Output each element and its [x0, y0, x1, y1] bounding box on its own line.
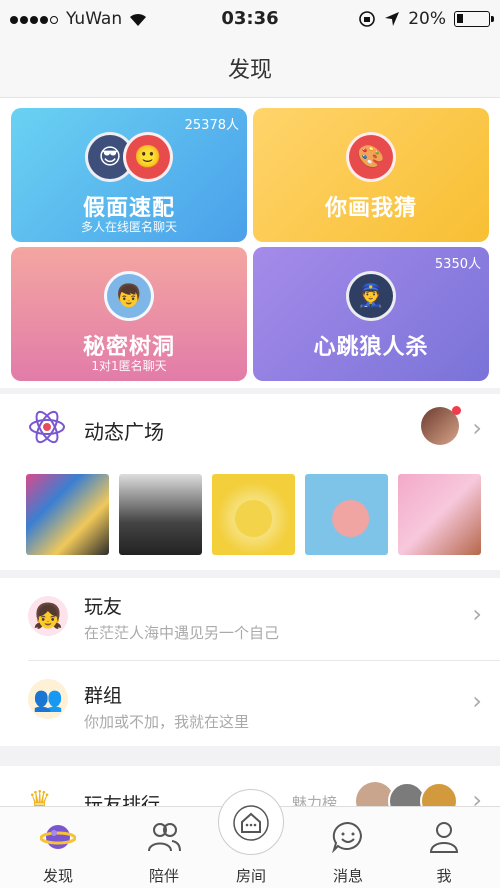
atom-icon — [29, 410, 65, 444]
ranking-title: 玩友排行 — [84, 794, 161, 806]
rotation-lock-icon — [359, 11, 376, 27]
painter-icon: 🎨 — [346, 132, 396, 182]
people-icon — [148, 823, 181, 852]
card-avatars: 🎨 — [253, 132, 489, 184]
card-avatars: 👮 — [253, 271, 489, 323]
new-dot — [452, 406, 461, 415]
planet-icon — [40, 825, 76, 849]
list-subtitle: 你加或不加，我就在这里 — [84, 713, 250, 731]
card-masked-match[interactable]: 25378人 😎 🙂 假面速配 多人在线匿名聊天 — [11, 108, 247, 242]
card-subtitle: 多人在线匿名聊天 — [80, 220, 177, 234]
nav-bar: 发现 — [0, 40, 500, 98]
card-avatars: 😎 🙂 — [11, 132, 247, 184]
tab-label: 消息 — [332, 867, 363, 885]
person-icon — [429, 822, 459, 853]
house-icon — [233, 805, 269, 841]
card-title: 你画我猜 — [324, 196, 417, 221]
feed-title: 动态广场 — [84, 420, 164, 444]
card-avatars: 👦 — [11, 271, 247, 323]
tab-label: 我 — [436, 867, 452, 885]
crown-icon: ♛ — [28, 786, 52, 806]
ranking-avatar-3 — [420, 782, 458, 806]
group-avatar-icon: 👥 — [28, 679, 68, 719]
chevron-right-icon: › — [472, 414, 482, 442]
feed-photo-2[interactable] — [119, 474, 202, 555]
status-bar: YuWan 03:36 20% — [0, 0, 500, 40]
tab-companion[interactable]: 陪伴 — [114, 807, 214, 888]
feed-photos — [26, 474, 481, 555]
battery-percent: 20% — [408, 9, 446, 29]
tab-label: 发现 — [42, 867, 73, 885]
astronaut-icon: 👦 — [104, 271, 154, 321]
list-subtitle: 在茫茫人海中遇见另一个自己 — [84, 624, 280, 642]
masked-girl-icon: 🙂 — [123, 132, 173, 182]
ranking-tag: 魅力榜 — [292, 794, 338, 806]
battery-icon — [454, 11, 494, 27]
chat-icon — [331, 821, 362, 854]
feed-header[interactable]: 动态广场 › — [0, 394, 500, 464]
feed-photo-1[interactable] — [26, 474, 109, 555]
tab-messages[interactable]: 消息 — [298, 807, 398, 888]
feed-photo-5[interactable] — [398, 474, 481, 555]
feed-photo-3[interactable] — [212, 474, 295, 555]
location-icon — [385, 12, 400, 26]
list-title: 群组 — [84, 685, 123, 707]
online-count: 25378人 — [184, 118, 239, 133]
list-item-groups[interactable]: 👥 群组 你加或不加，我就在这里 › — [0, 661, 500, 745]
tab-bar: 发现 陪伴 房间 消息 我 — [0, 789, 500, 888]
tab-room[interactable]: 房间 — [201, 805, 301, 888]
list-title: 玩友 — [84, 596, 123, 618]
card-draw-guess[interactable]: 🎨 你画我猜 — [253, 108, 489, 242]
chevron-right-icon: › — [472, 786, 482, 806]
girl-avatar-icon: 👧 — [28, 596, 68, 636]
card-werewolf[interactable]: 5350人 👮 心跳狼人杀 — [253, 247, 489, 381]
chevron-right-icon: › — [472, 600, 482, 628]
police-icon: 👮 — [346, 271, 396, 321]
online-count: 5350人 — [434, 257, 481, 272]
card-secret-treehole[interactable]: 👦 秘密树洞 1对1匿名聊天 — [11, 247, 247, 381]
card-title: 心跳狼人杀 — [313, 335, 429, 360]
card-subtitle: 1对1匿名聊天 — [91, 359, 167, 373]
chevron-right-icon: › — [472, 687, 482, 715]
tab-me[interactable]: 我 — [394, 807, 494, 888]
list-item-friends[interactable]: 👧 玩友 在茫茫人海中遇见另一个自己 › — [0, 578, 500, 660]
status-right: 20% — [358, 9, 494, 29]
page-title: 发现 — [227, 58, 272, 83]
tab-discover[interactable]: 发现 — [8, 807, 108, 888]
tab-label: 陪伴 — [148, 867, 179, 885]
feed-photo-4[interactable] — [305, 474, 388, 555]
tab-label: 房间 — [235, 867, 266, 885]
